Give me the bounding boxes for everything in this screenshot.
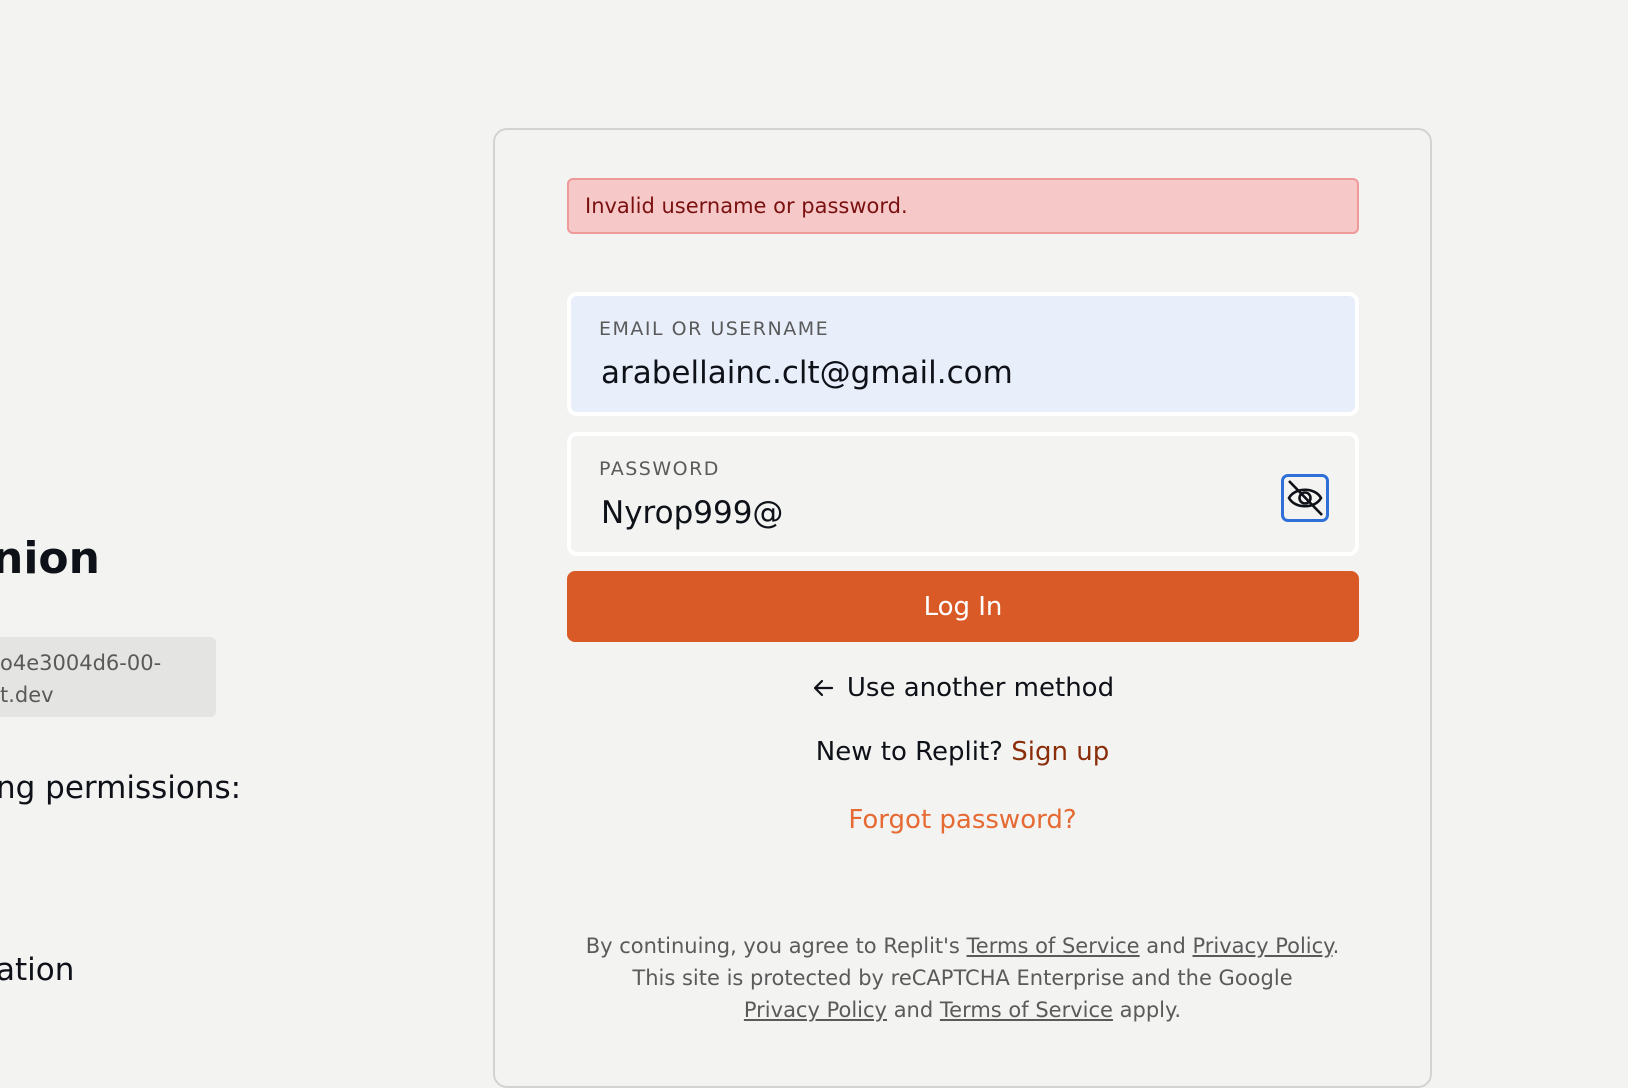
legal-and-1: and [1146, 934, 1186, 958]
password-field-label: PASSWORD [599, 458, 720, 480]
app-name-heading: nion [0, 533, 100, 584]
eye-slash-icon [1287, 480, 1323, 516]
password-field-container[interactable]: PASSWORD [567, 432, 1359, 556]
login-card: Invalid username or password. EMAIL OR U… [493, 128, 1432, 1088]
legal-period: . [1332, 934, 1340, 958]
google-terms-of-service-link[interactable]: Terms of Service [940, 998, 1113, 1022]
legal-apply: apply. [1119, 998, 1182, 1022]
use-another-method-link[interactable]: Use another method [495, 673, 1430, 703]
forgot-password-link[interactable]: Forgot password? [495, 805, 1430, 835]
app-domain-box: o4e3004d6-00- t.dev [0, 637, 216, 717]
privacy-policy-link[interactable]: Privacy Policy [1192, 934, 1332, 958]
signup-link[interactable]: Sign up [1011, 737, 1109, 767]
email-field-label: EMAIL OR USERNAME [599, 318, 830, 340]
login-button[interactable]: Log In [567, 571, 1359, 642]
toggle-password-visibility-button[interactable] [1281, 474, 1329, 522]
terms-of-service-link[interactable]: Terms of Service [967, 934, 1140, 958]
legal-line-2: This site is protected by reCAPTCHA Ente… [632, 966, 1293, 990]
legal-and-2: and [893, 998, 934, 1022]
signup-row: New to Replit? Sign up [495, 737, 1430, 767]
background-consent-page: nion o4e3004d6-00- t.dev ng permissions:… [0, 0, 440, 1058]
email-field-container[interactable]: EMAIL OR USERNAME [567, 292, 1359, 416]
domain-line-1: o4e3004d6-00- [0, 651, 162, 675]
domain-line-2: t.dev [0, 683, 54, 707]
password-input[interactable] [601, 491, 1251, 535]
legal-disclaimer: By continuing, you agree to Replit's Ter… [495, 930, 1430, 1026]
new-user-text: New to Replit? [815, 737, 1003, 767]
error-banner: Invalid username or password. [567, 178, 1359, 234]
legal-text-1: By continuing, you agree to Replit's [585, 934, 960, 958]
legal-line-1: By continuing, you agree to Replit's Ter… [495, 930, 1430, 962]
use-another-method-label: Use another method [846, 673, 1115, 703]
google-privacy-policy-link[interactable]: Privacy Policy [744, 998, 887, 1022]
permissions-heading: ng permissions: [0, 770, 242, 806]
arrow-left-icon [813, 679, 834, 697]
permission-item: ation [0, 952, 75, 988]
email-input[interactable] [601, 351, 1251, 395]
legal-line-3: Privacy Policy and Terms of Service appl… [495, 994, 1430, 1026]
